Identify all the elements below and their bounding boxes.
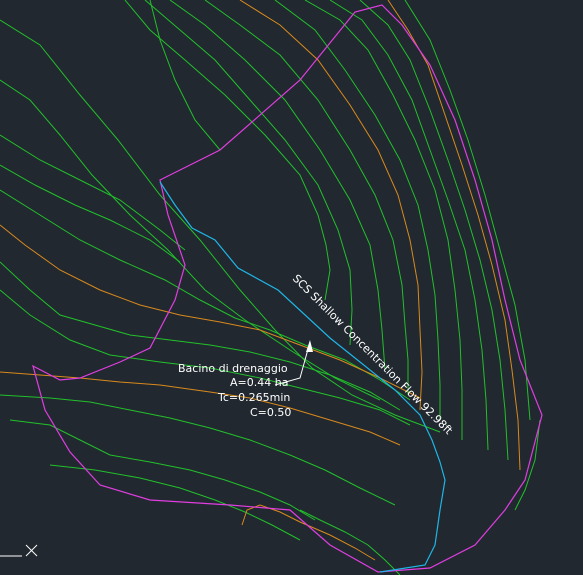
contour-line [274,0,441,420]
basin-area: A=0.44 ha [230,376,288,389]
contour-line [0,164,181,263]
contour-line [0,394,396,506]
basin-tc: Tc=0.265min [217,391,290,404]
basin-name: Bacino di drenaggio [178,362,288,375]
contour-line-index [387,0,521,471]
contour-line [0,289,411,426]
contour-line [404,0,531,421]
contour-line [149,0,221,151]
hill-contours [124,0,541,511]
contour-line-index [239,0,423,411]
cad-viewport[interactable]: SCS Shallow Concentration Flow 92.98ft B… [0,0,583,575]
contour-lines [0,0,441,575]
contour-line [359,0,509,461]
drainage-basin-boundary[interactable] [32,4,543,573]
basin-coefficient: C=0.50 [250,406,291,419]
contour-line [169,0,386,371]
flow-path-label: SCS Shallow Concentration Flow 92.98ft [290,272,456,438]
contour-line [204,0,409,395]
contour-line [49,464,301,541]
contour-line [0,134,186,251]
ucs-axis-icon [0,544,38,557]
basin-label-block[interactable]: Bacino di drenaggio A=0.44 ha Tc=0.265mi… [178,362,291,419]
contour-line-index [241,504,376,561]
drawing-canvas[interactable]: SCS Shallow Concentration Flow 92.98ft B… [0,0,583,575]
contour-line [9,419,316,521]
